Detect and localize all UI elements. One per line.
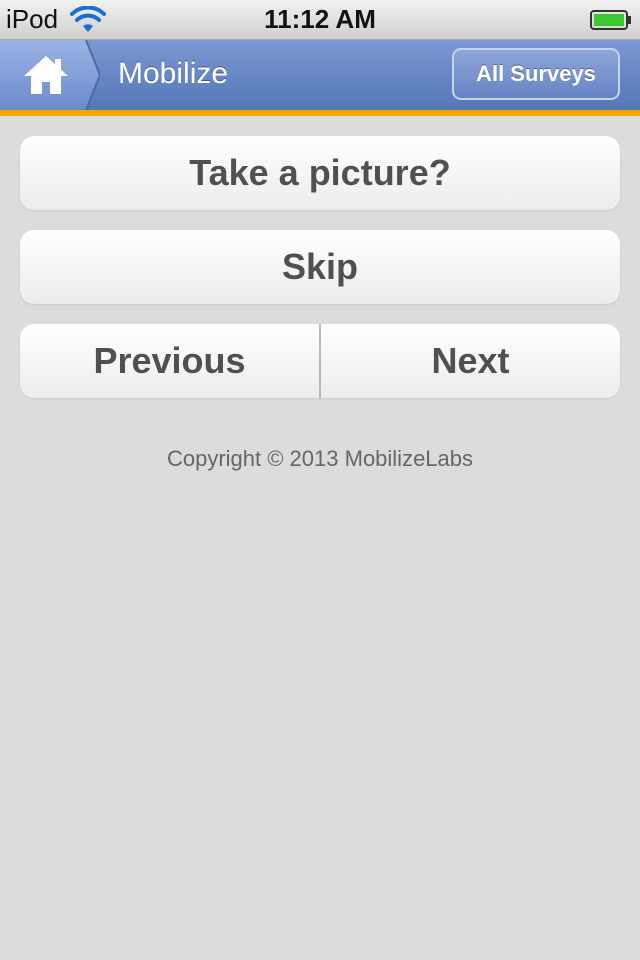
- app-header: Mobilize All Surveys: [0, 40, 640, 116]
- next-button[interactable]: Next: [321, 324, 620, 398]
- battery-icon: [590, 10, 631, 30]
- take-picture-button[interactable]: Take a picture?: [20, 136, 620, 210]
- page-title: Mobilize: [118, 57, 229, 90]
- home-icon: [24, 56, 68, 94]
- status-bar: iPod 11:12 AM: [0, 0, 640, 40]
- header-accent-bar: [0, 110, 640, 116]
- previous-button[interactable]: Previous: [20, 324, 319, 398]
- home-button[interactable]: [0, 40, 100, 110]
- navigation-button-group: Previous Next: [20, 324, 620, 398]
- all-surveys-button[interactable]: All Surveys: [452, 48, 620, 100]
- skip-button[interactable]: Skip: [20, 230, 620, 304]
- copyright-text: Copyright © 2013 MobilizeLabs: [166, 446, 474, 471]
- clock: 11:12 AM: [264, 4, 376, 34]
